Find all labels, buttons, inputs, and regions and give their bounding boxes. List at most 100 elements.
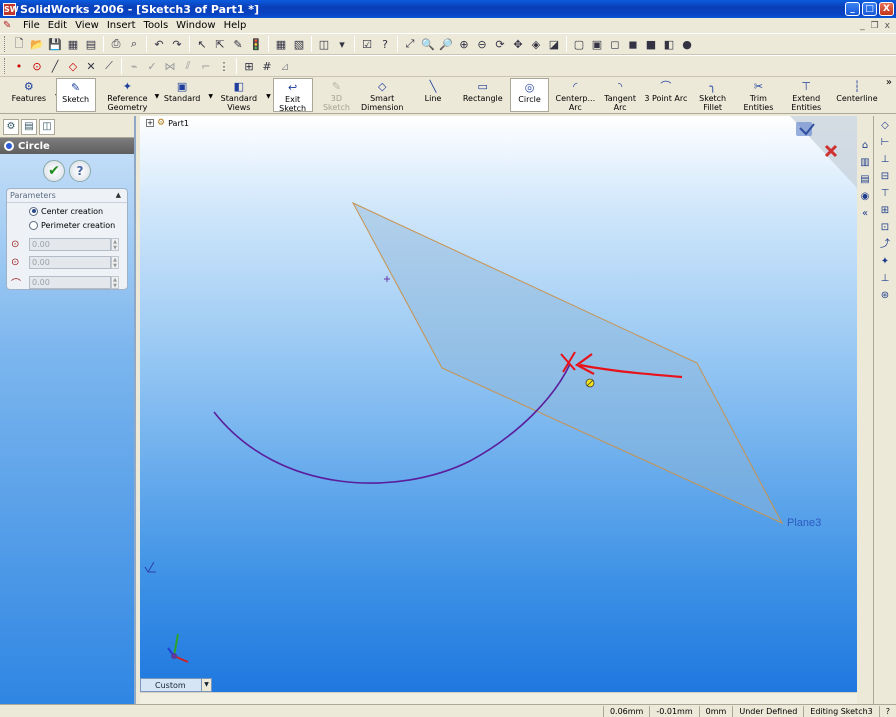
menu-edit[interactable]: Edit	[44, 20, 71, 31]
command-line-button[interactable]: ╲ Line	[412, 78, 454, 112]
view-selector[interactable]: Custom ▼	[140, 678, 212, 692]
shaded-with-edges-icon[interactable]: ◼	[625, 36, 641, 52]
make-drawing-icon[interactable]: ▦	[65, 36, 81, 52]
chamfer-dimension-icon[interactable]: ⊞	[877, 204, 893, 218]
center-y-field[interactable]: 0.00	[29, 255, 111, 269]
exit-sketch-corner-icon[interactable]	[796, 122, 815, 136]
file-explorer-icon[interactable]: ▤	[857, 173, 873, 187]
home-view-icon[interactable]: ⌂	[857, 139, 873, 153]
view-selector-dropdown-icon[interactable]: ▼	[201, 679, 211, 691]
polygon-tool-icon[interactable]: ◇	[65, 58, 81, 74]
view-orientation-icon[interactable]: ▾	[334, 36, 350, 52]
options-icon[interactable]: ☑	[359, 36, 375, 52]
save-icon[interactable]: 💾	[47, 36, 63, 52]
select-other-icon[interactable]: ⇱	[212, 36, 228, 52]
expand-pane-icon[interactable]: «	[857, 207, 873, 221]
linear-pattern-icon[interactable]: ⊞	[241, 58, 257, 74]
auto-dimension-icon[interactable]: ⊡	[877, 221, 893, 235]
snap-icon[interactable]: ▧	[291, 36, 307, 52]
shadows-icon[interactable]: ◧	[661, 36, 677, 52]
pan-icon[interactable]: ✥	[510, 36, 526, 52]
grid-icon[interactable]: ▦	[273, 36, 289, 52]
menu-file[interactable]: File	[19, 20, 44, 31]
print-preview-icon[interactable]: ⌕	[126, 36, 142, 52]
fix-relation-icon[interactable]: ✦	[877, 255, 893, 269]
command-standard-button[interactable]: ▣ Standard ▼	[157, 78, 213, 112]
horizontal-scrollbar[interactable]	[140, 692, 857, 704]
realview-icon[interactable]: ●	[679, 36, 695, 52]
center-creation-radio[interactable]	[29, 206, 38, 216]
command-3d-sketch-button[interactable]: ✎ 3D Sketch	[317, 78, 357, 113]
toolbar-grip[interactable]	[4, 58, 7, 74]
hidden-lines-removed-icon[interactable]: ◻	[607, 36, 623, 52]
feature-manager-tab-icon[interactable]: ⚙	[3, 118, 19, 135]
perimeter-creation-option[interactable]: Perimeter creation	[7, 218, 127, 232]
rotate-view-icon[interactable]: ⟳	[492, 36, 508, 52]
scan-equal-icon[interactable]: ⊛	[877, 289, 893, 303]
shaded-icon[interactable]: ■	[643, 36, 659, 52]
command-sketch-fillet-button[interactable]: ╮ Sketch Fillet	[693, 78, 733, 113]
construction-geometry-icon[interactable]: ⋮	[216, 58, 232, 74]
command-exit-sketch-button[interactable]: ↩ Exit Sketch	[272, 78, 313, 113]
menu-help[interactable]: Help	[220, 20, 251, 31]
baseline-dimension-icon[interactable]: ⊟	[877, 170, 893, 184]
sketch-toggle-icon[interactable]: ✎	[230, 36, 246, 52]
command-features-button[interactable]: ⚙Features▼	[4, 78, 60, 112]
smart-dimension-side-icon[interactable]: ◇	[877, 119, 893, 133]
help-icon[interactable]: ?	[377, 36, 393, 52]
measure-icon[interactable]: ⟋	[101, 58, 117, 74]
delete-constraint-icon[interactable]: ✕	[83, 58, 99, 74]
center-x-spinner[interactable]: ▲ ▼	[111, 237, 119, 251]
mdi-minimize-button[interactable]: _	[860, 21, 865, 31]
circle-tool-icon[interactable]: ⊙	[29, 58, 45, 74]
menu-insert[interactable]: Insert	[103, 20, 140, 31]
offset-icon[interactable]: ⫽	[180, 58, 196, 74]
point-icon[interactable]: •	[11, 58, 27, 74]
hidden-lines-visible-icon[interactable]: ▣	[589, 36, 605, 52]
command-overflow-icon[interactable]: »	[886, 77, 892, 88]
minimize-button[interactable]: _	[845, 2, 860, 16]
new-document-icon[interactable]: 🗋	[11, 36, 27, 52]
mdi-restore-button[interactable]: ❐	[871, 21, 879, 31]
mirror-icon[interactable]: ⋈	[162, 58, 178, 74]
add-relation-side-icon[interactable]: ⤴	[877, 238, 893, 252]
graphics-area[interactable]: + ⚙ Part1 Plane3	[140, 116, 857, 692]
display-relations-icon[interactable]: ⊥	[877, 272, 893, 286]
toolbar-grip[interactable]	[4, 36, 7, 52]
menu-view[interactable]: View	[71, 20, 103, 31]
line-tool-icon[interactable]: ╱	[47, 58, 63, 74]
add-relation-icon[interactable]: ✓	[144, 58, 160, 74]
radius-field[interactable]: 0.00	[29, 275, 111, 289]
library-icon[interactable]: ▥	[857, 156, 873, 170]
redo-icon[interactable]: ↷	[169, 36, 185, 52]
center-creation-option[interactable]: Center creation	[7, 204, 127, 218]
undo-icon[interactable]: ↶	[151, 36, 167, 52]
vertical-dimension-icon[interactable]: ⊥	[877, 153, 893, 167]
make-assembly-icon[interactable]: ▤	[83, 36, 99, 52]
command-circle-button[interactable]: ◎ Circle	[509, 78, 550, 112]
command-trim-entities-button[interactable]: ✂ Trim Entities	[737, 78, 781, 113]
collapse-icon[interactable]: ▲	[116, 191, 121, 199]
help-button[interactable]: ?	[69, 160, 91, 182]
mdi-close-button[interactable]: x	[885, 21, 890, 31]
zoom-selection-icon[interactable]: ⊖	[474, 36, 490, 52]
center-x-field[interactable]: 0.00	[29, 237, 111, 251]
zoom-in-out-icon[interactable]: ⊕	[456, 36, 472, 52]
command-rectangle-button[interactable]: ▭ Rectangle	[460, 78, 506, 112]
command-sketch-button[interactable]: ✎ Sketch	[55, 78, 96, 112]
dropdown-arrow-icon[interactable]: ▼	[266, 92, 271, 101]
select-arrow-icon[interactable]: ↖	[194, 36, 210, 52]
wireframe-icon[interactable]: ▢	[571, 36, 587, 52]
command-smart-dimension-button[interactable]: ◇ Smart Dimension	[360, 78, 404, 113]
command-tangent-arc-button[interactable]: ◝ Tangent Arc	[599, 78, 641, 113]
radius-spinner[interactable]: ▲ ▼	[111, 275, 119, 289]
print-icon[interactable]: ⎙	[108, 36, 124, 52]
close-button[interactable]: X	[879, 2, 894, 16]
convert-entities-icon[interactable]: ⌐	[198, 58, 214, 74]
sketch-relations-icon[interactable]: ⌁	[126, 58, 142, 74]
maximize-button[interactable]: □	[862, 2, 877, 16]
property-manager-tab-icon[interactable]: ▤	[21, 118, 37, 135]
horizontal-dimension-icon[interactable]: ⊢	[877, 136, 893, 150]
move-entities-icon[interactable]: ⊿	[277, 58, 293, 74]
sketch-grid-icon[interactable]: #	[259, 58, 275, 74]
